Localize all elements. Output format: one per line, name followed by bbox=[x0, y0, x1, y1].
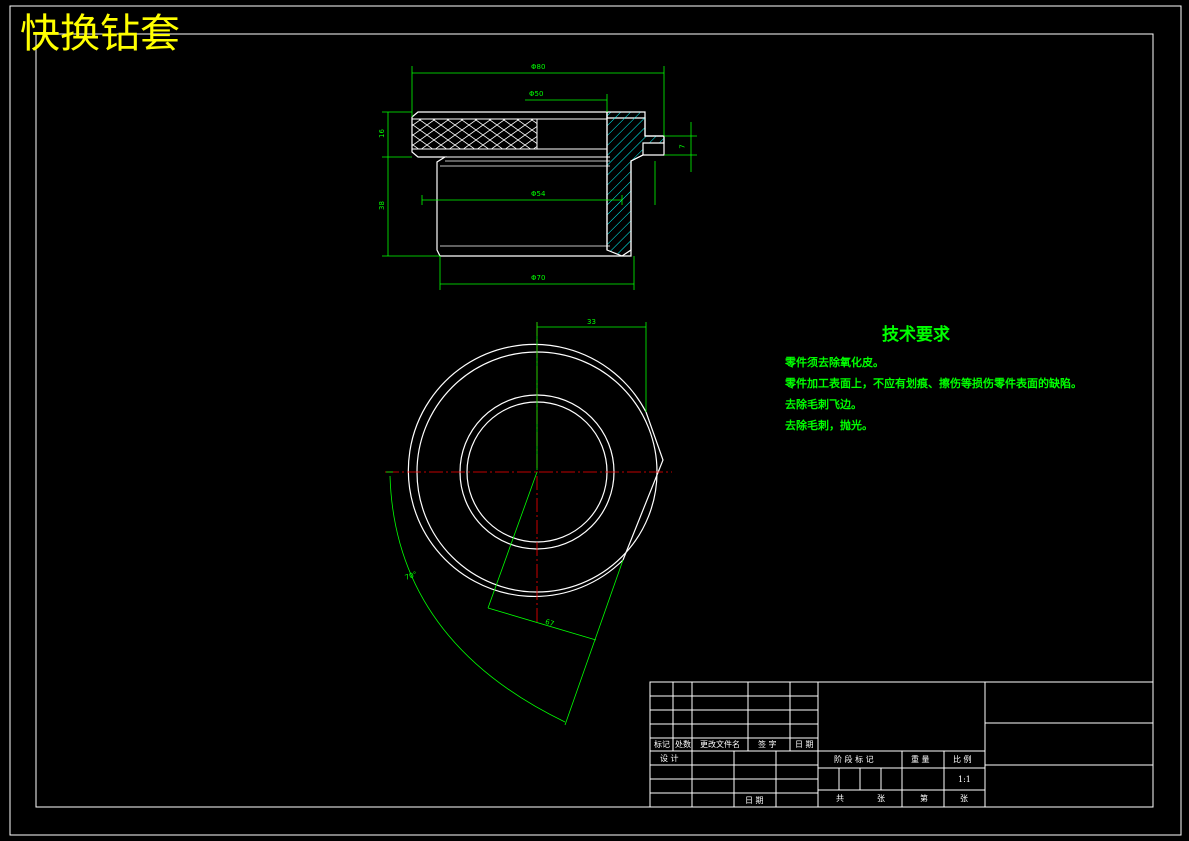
dim-top-inner: Φ50 bbox=[529, 90, 544, 98]
tech-req-item: 零件加工表面上，不应有划痕、擦伤等损伤零件表面的缺陷。 bbox=[785, 377, 1082, 390]
dim-left-knurl: 16 bbox=[377, 129, 386, 138]
dim-left-body: 38 bbox=[377, 201, 386, 210]
drawing-title: 快换钻套 bbox=[20, 11, 180, 57]
tb-header: 签 字 bbox=[758, 740, 777, 749]
tech-req-item: 去除毛刺飞边。 bbox=[785, 398, 862, 411]
tb-scale-label: 比 例 bbox=[953, 755, 972, 764]
tb-header: 更改文件名 bbox=[700, 740, 740, 749]
outer-border bbox=[9, 5, 1182, 836]
tb-page: 第 bbox=[920, 794, 928, 803]
tb-date-label: 日 期 bbox=[745, 796, 764, 805]
tb-page-suffix: 张 bbox=[960, 794, 968, 803]
tb-scale-value: 1:1 bbox=[958, 775, 971, 784]
tb-header: 日 期 bbox=[795, 740, 814, 749]
tb-header: 标记 bbox=[654, 740, 670, 749]
tb-design-label: 设 计 bbox=[660, 754, 679, 763]
plan-dimensions bbox=[386, 322, 647, 726]
dim-bottom: Φ70 bbox=[531, 274, 546, 282]
section-view bbox=[411, 111, 665, 257]
dim-bore: Φ54 bbox=[531, 190, 546, 198]
tb-weight-label: 重 量 bbox=[911, 755, 930, 764]
plan-view bbox=[407, 343, 664, 597]
hatched-section bbox=[606, 111, 665, 257]
tb-sheets: 张 bbox=[877, 794, 885, 803]
tb-sheets-total: 共 bbox=[836, 794, 844, 803]
plan-centerlines bbox=[385, 322, 672, 622]
dim-top-overall: Φ80 bbox=[531, 63, 546, 71]
dim-radius-offset: 33 bbox=[587, 318, 596, 326]
tech-req-heading: 技术要求 bbox=[882, 325, 950, 345]
tech-req-item: 去除毛刺，抛光。 bbox=[785, 419, 873, 432]
tb-stage-label: 阶 段 标 记 bbox=[834, 755, 874, 764]
dim-right-step: 7 bbox=[678, 144, 687, 149]
tb-header: 处数 bbox=[675, 740, 691, 749]
cad-drawing bbox=[9, 5, 1182, 836]
tech-req-item: 零件须去除氧化皮。 bbox=[785, 356, 884, 369]
